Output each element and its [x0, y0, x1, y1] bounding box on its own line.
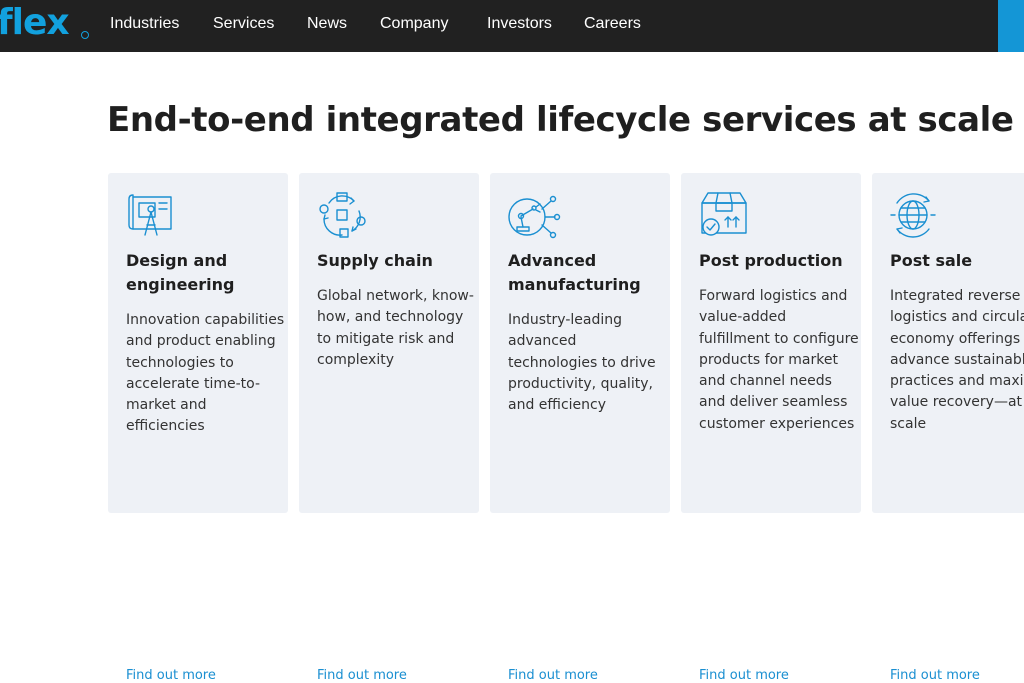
nav-item-news[interactable]: News — [307, 15, 347, 33]
card-description: Forward logistics and value-added fulfil… — [699, 288, 859, 432]
card-description: Integrated reverse logistics and circula… — [890, 288, 1024, 432]
find-out-more-link[interactable]: Find out more — [890, 668, 980, 683]
service-card-post-sale[interactable]: Post sale Integrated reverse logistics a… — [872, 173, 1024, 683]
service-card-post-production[interactable]: Post production Forward logistics and va… — [681, 173, 861, 683]
top-nav-bar: flex Industries Services News Company In… — [0, 0, 1024, 52]
flex-logo[interactable]: flex — [0, 3, 70, 43]
registered-mark-icon — [81, 31, 89, 39]
find-out-more-link[interactable]: Find out more — [699, 668, 789, 683]
nav-accent-tab[interactable] — [998, 0, 1024, 52]
package-box-icon — [698, 189, 750, 241]
card-title: Advanced manufacturing — [508, 251, 641, 294]
card-title: Design and engineering — [126, 251, 235, 294]
nav-item-services[interactable]: Services — [213, 15, 274, 33]
supply-chain-cycle-icon — [316, 189, 368, 241]
nav-item-company[interactable]: Company — [380, 15, 448, 33]
card-title: Post sale — [890, 251, 973, 270]
card-title: Post production — [699, 251, 843, 270]
card-description: Global network, know-how, and technology… — [317, 288, 474, 368]
nav-item-investors[interactable]: Investors — [487, 15, 552, 33]
service-card-advanced-manufacturing[interactable]: Advanced manufacturing Industry-leading … — [490, 173, 670, 683]
service-card-design-engineering[interactable]: Design and engineering Innovation capabi… — [108, 173, 288, 683]
card-description: Industry-leading advanced technologies t… — [508, 312, 656, 414]
robotic-arm-icon — [507, 189, 559, 241]
find-out-more-link[interactable]: Find out more — [508, 668, 598, 683]
nav-item-careers[interactable]: Careers — [584, 15, 641, 33]
card-title: Supply chain — [317, 251, 433, 270]
recycling-globe-icon — [889, 189, 941, 241]
page-title: End-to-end integrated lifecycle services… — [107, 100, 1014, 140]
service-card-supply-chain[interactable]: Supply chain Global network, know-how, a… — [299, 173, 479, 683]
drafting-blueprint-icon — [125, 189, 177, 241]
card-description: Innovation capabilities and product enab… — [126, 312, 285, 435]
nav-item-industries[interactable]: Industries — [110, 15, 179, 33]
find-out-more-link[interactable]: Find out more — [126, 668, 216, 683]
find-out-more-link[interactable]: Find out more — [317, 668, 407, 683]
